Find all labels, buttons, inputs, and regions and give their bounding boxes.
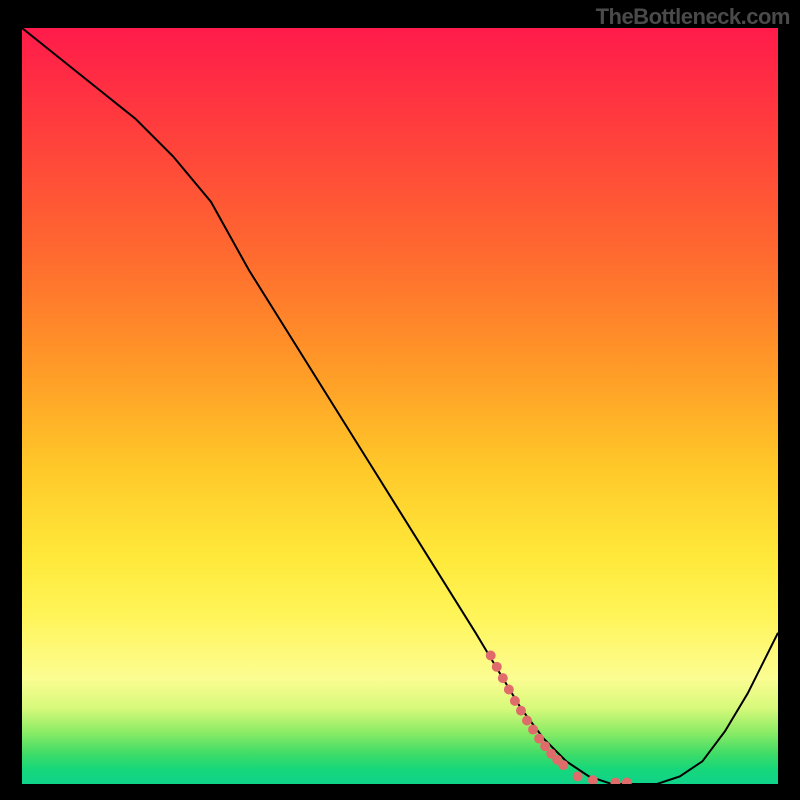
highlight-dot (504, 685, 514, 695)
highlight-dot (610, 778, 620, 784)
plot-frame (20, 26, 780, 786)
chart-container: TheBottleneck.com (0, 0, 800, 800)
highlight-dot (498, 673, 508, 683)
highlight-dot (558, 760, 568, 770)
highlight-dot (486, 651, 496, 661)
dots-layer (22, 28, 778, 784)
highlight-dot (510, 696, 520, 706)
highlight-dots (486, 651, 632, 784)
watermark-text: TheBottleneck.com (596, 4, 790, 30)
highlight-dot (516, 706, 526, 716)
highlight-dot (588, 775, 598, 784)
highlight-dot (528, 725, 538, 735)
highlight-dot (492, 662, 502, 672)
highlight-dot (622, 778, 632, 784)
highlight-dot (573, 771, 583, 781)
highlight-dot (522, 716, 532, 726)
